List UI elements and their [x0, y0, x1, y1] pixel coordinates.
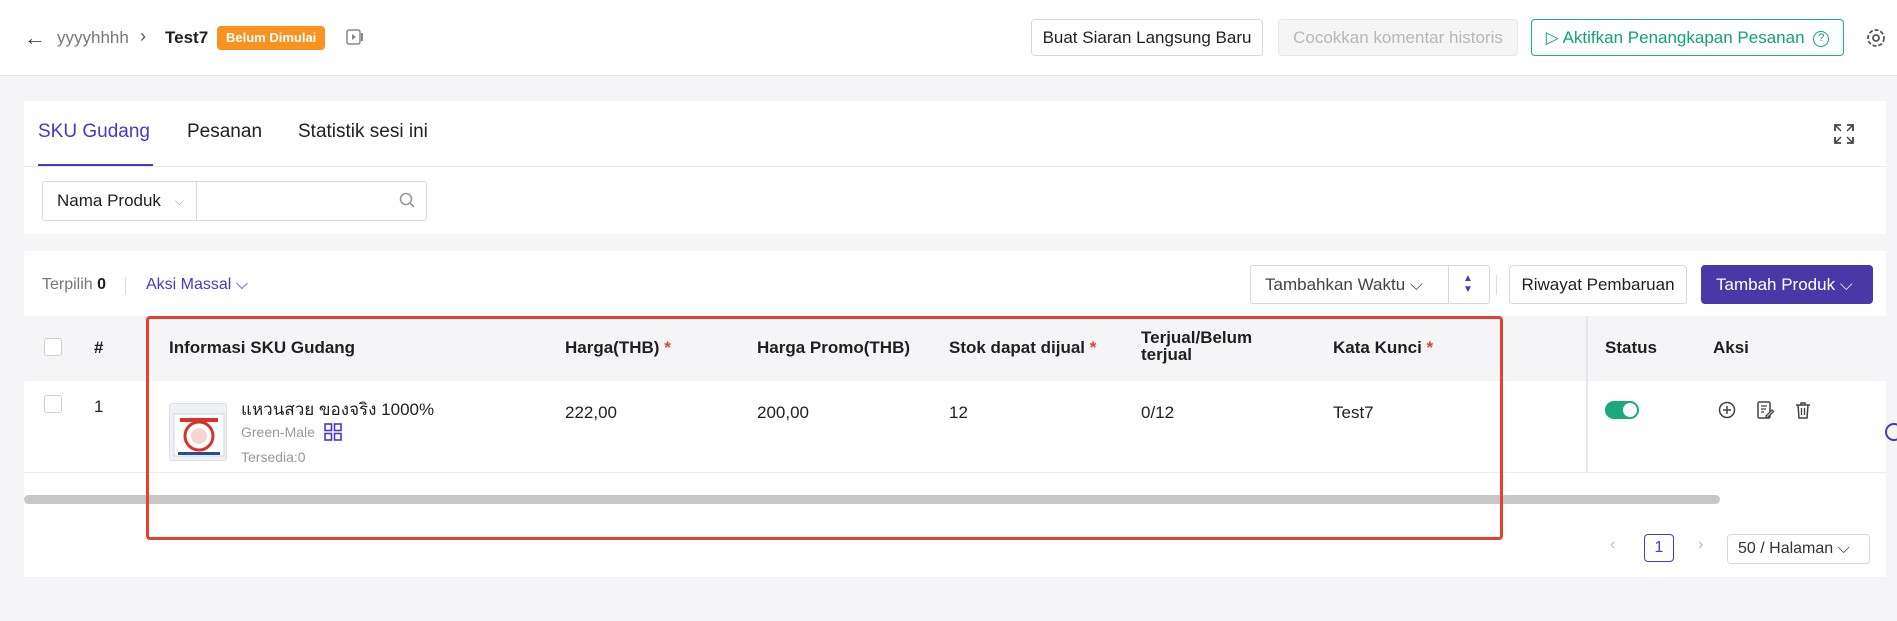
row-checkbox[interactable] [44, 395, 62, 413]
enable-order-capture-button[interactable]: ▷ Aktifkan Penangkapan Pesanan ? [1531, 19, 1844, 56]
status-badge: Belum Dimulai [217, 26, 326, 50]
selected-label: Terpilih [42, 276, 93, 293]
breadcrumb-parent[interactable]: yyyyhhhh [57, 28, 129, 48]
toolbar-divider-2 [1496, 275, 1497, 295]
col-index: # [94, 338, 104, 357]
search-input[interactable] [199, 184, 389, 218]
floating-circle-icon[interactable] [1885, 423, 1897, 441]
status-toggle[interactable] [1605, 401, 1639, 419]
chevron-down-icon: ⌵ [1839, 275, 1853, 294]
bulk-action-label: Aksi Massal [146, 276, 232, 293]
tabs-panel: SKU Gudang Pesanan Statistik sesi ini Na… [24, 101, 1886, 234]
trash-icon[interactable] [1793, 400, 1813, 420]
back-arrow-icon[interactable]: ← [24, 26, 46, 50]
selected-count: Terpilih 0 [42, 276, 106, 294]
breadcrumb-current: Test7 [165, 28, 209, 47]
tab-pesanan[interactable]: Pesanan [187, 121, 262, 143]
selected-number: 0 [97, 276, 107, 293]
tab-statistik[interactable]: Statistik sesi ini [298, 121, 428, 143]
settings-gear-icon[interactable] [1865, 27, 1887, 49]
play-icon: ▷ [1545, 28, 1563, 47]
add-time-label: Tambahkan Waktu ⌵ [1265, 275, 1423, 294]
breadcrumb-chevron-icon: › [140, 26, 146, 46]
add-time-select[interactable]: Tambahkan Waktu ⌵ ▲ ▼ [1250, 265, 1490, 304]
edit-note-icon[interactable] [1755, 400, 1775, 420]
bulk-action-dropdown[interactable]: Aksi Massal ⌵ [146, 276, 248, 294]
update-history-button[interactable]: Riwayat Pembaruan [1509, 265, 1687, 304]
add-product-button[interactable]: Tambah Produk ⌵ [1701, 265, 1873, 304]
add-time-divider [1448, 266, 1449, 303]
select-all-checkbox[interactable] [44, 338, 62, 356]
enable-order-capture-label: Aktifkan Penangkapan Pesanan [1562, 28, 1805, 47]
highlight-box [146, 316, 1503, 540]
pager-next-icon[interactable]: › [1698, 536, 1703, 554]
chevron-down-icon: ⌵ [235, 276, 248, 293]
row-index: 1 [94, 397, 104, 416]
page-size-label: 50 / Halaman [1738, 540, 1834, 557]
product-filter: Nama Produk ⌵ [42, 181, 427, 221]
page-size-select[interactable]: 50 / Halaman ⌵ [1727, 534, 1870, 564]
add-product-label: Tambah Produk [1716, 275, 1836, 294]
new-live-button[interactable]: Buat Siaran Langsung Baru [1031, 19, 1263, 56]
tab-divider [24, 166, 1886, 167]
filter-field-select[interactable]: Nama Produk ⌵ [43, 182, 197, 220]
help-icon: ? [1813, 30, 1830, 47]
top-bar: ← yyyyhhhh › Test7 Belum Dimulai Buat Si… [0, 0, 1897, 76]
toggle-knob [1623, 403, 1637, 417]
toolbar-divider [125, 277, 126, 295]
fullscreen-icon[interactable] [1832, 122, 1856, 146]
match-comments-button[interactable]: Cocokkan komentar historis [1278, 19, 1518, 56]
live-stream-icon[interactable] [346, 29, 364, 45]
pager-current-page[interactable]: 1 [1644, 534, 1674, 562]
search-icon[interactable] [398, 191, 416, 209]
chevron-down-icon: ⌵ [1837, 540, 1850, 557]
filter-field-label: Nama Produk [57, 191, 161, 210]
tab-sku-gudang[interactable]: SKU Gudang [38, 121, 150, 143]
sort-arrows-icon[interactable]: ▲ ▼ [1463, 273, 1473, 295]
fixed-column-divider [1586, 316, 1886, 473]
chevron-down-icon: ⌵ [174, 194, 184, 208]
pager-prev-icon[interactable]: ‹ [1610, 536, 1615, 554]
add-circle-icon[interactable] [1717, 400, 1737, 420]
